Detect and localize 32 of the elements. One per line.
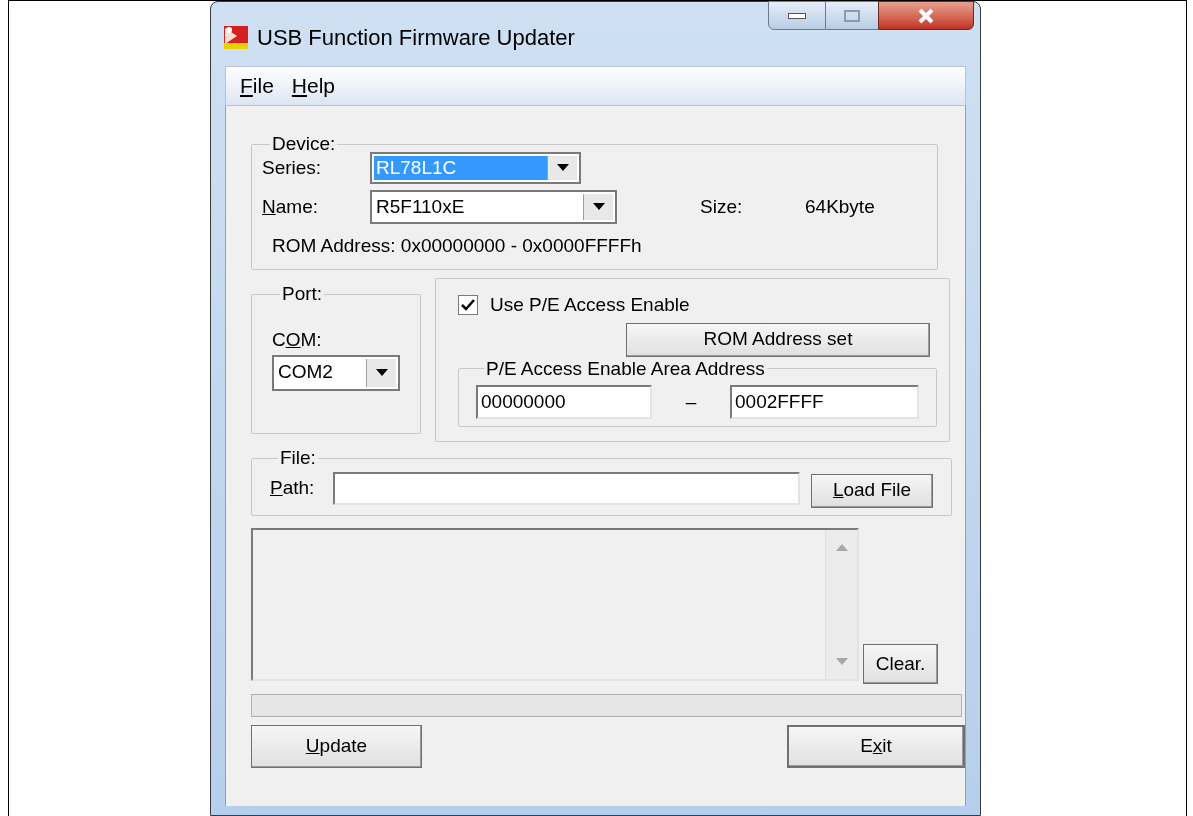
app-icon — [223, 24, 249, 50]
update-button[interactable]: Update — [251, 725, 422, 768]
name-dropdown[interactable]: R5F110xE — [370, 190, 617, 224]
size-value: 64Kbyte — [805, 194, 875, 219]
menu-item[interactable]: File — [236, 74, 278, 98]
field-label: Series: — [262, 155, 323, 180]
clear-button[interactable]: Clear. — [863, 644, 938, 684]
rom-address-set-button[interactable]: ROM Address set — [626, 322, 930, 357]
path-field[interactable] — [333, 472, 800, 505]
field-label: Name: — [262, 194, 319, 219]
start-address-field[interactable]: 00000000 — [476, 385, 652, 419]
group-label: P/E Access Enable Area Address — [485, 358, 766, 379]
com-dropdown[interactable]: COM2 — [272, 354, 400, 391]
rom-address-text: ROM Address: 0x00000000 - 0x0000FFFFh — [272, 234, 643, 258]
menu-item[interactable]: Help — [287, 74, 340, 98]
minimize-button[interactable] — [768, 1, 826, 30]
load-file-button[interactable]: Load File — [811, 473, 933, 508]
check-icon — [461, 299, 475, 312]
window-title: USB Function Firmware Updater — [257, 23, 575, 52]
group-label: Device: — [271, 134, 337, 154]
group-label: Port: — [281, 284, 324, 304]
field-label: COM: — [272, 328, 323, 352]
close-icon — [917, 7, 935, 24]
maximize-button[interactable] — [826, 1, 878, 30]
use-pe-access-checkbox[interactable]: Use P/E Access Enable — [458, 291, 927, 320]
field-label: Path: — [270, 476, 316, 501]
exit-button[interactable]: Exit — [787, 725, 965, 768]
dash-separator: – — [684, 389, 698, 414]
group-label: File: — [279, 448, 317, 468]
close-button[interactable] — [878, 1, 974, 30]
end-address-field[interactable]: 0002FFFF — [730, 385, 919, 419]
field-label: Size: — [700, 194, 744, 219]
